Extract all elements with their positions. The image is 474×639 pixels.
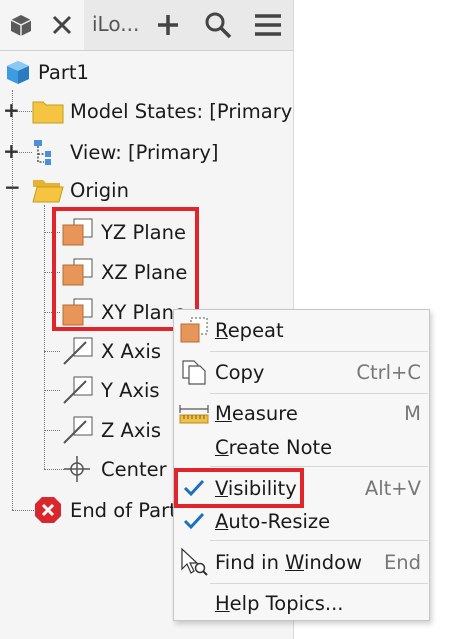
cube-icon[interactable]	[2, 0, 40, 50]
menu-item-copy[interactable]: Copy Ctrl+C	[174, 354, 429, 390]
tree-item-label: Part1	[38, 60, 89, 84]
center-point-icon	[62, 454, 92, 489]
menu-item-measure[interactable]: Measure M	[174, 395, 429, 431]
ilogic-tab-label[interactable]: iLo...	[92, 12, 139, 36]
search-icon[interactable]	[198, 0, 238, 50]
menu-item-auto-resize[interactable]: Auto-Resize	[174, 503, 429, 539]
menu-separator	[210, 540, 428, 541]
copy-icon	[178, 356, 210, 388]
menu-separator	[210, 466, 428, 467]
open-folder-icon	[32, 176, 64, 209]
folder-icon	[32, 97, 64, 130]
find-cursor-icon	[178, 546, 210, 578]
menu-item-shortcut: Alt+V	[364, 476, 421, 500]
axis-icon	[62, 415, 96, 450]
tree-item-label: Z Axis	[101, 418, 162, 442]
repeat-icon	[178, 314, 210, 346]
menu-item-help-topics[interactable]: Help Topics...	[174, 585, 429, 621]
menu-item-label: Auto-Resize	[215, 509, 331, 533]
end-of-part-icon	[34, 496, 62, 529]
expand-icon[interactable]: +	[3, 98, 20, 122]
menu-item-repeat[interactable]: Repeat	[174, 312, 429, 348]
add-icon[interactable]	[150, 0, 186, 50]
part-cube-icon	[4, 58, 32, 91]
tree-line	[44, 430, 60, 431]
context-menu: Repeat Copy Ctrl+C Measure M Create Note	[173, 309, 430, 621]
tree-item-label: Center	[101, 457, 167, 481]
menu-separator	[210, 351, 428, 352]
menu-separator	[210, 583, 428, 584]
tree-item-label: Y Axis	[101, 378, 160, 402]
menu-item-shortcut: Ctrl+C	[356, 360, 421, 384]
expand-icon[interactable]: +	[3, 139, 20, 163]
tree-item-label: X Axis	[101, 339, 162, 363]
measure-ruler-icon	[178, 397, 210, 429]
menu-item-label: Repeat	[215, 318, 284, 342]
menu-item-label: Create Note	[215, 435, 333, 459]
menu-icon[interactable]	[248, 0, 288, 50]
axis-icon	[62, 336, 96, 371]
tree-item-label: End of Part	[70, 498, 177, 522]
menu-item-shortcut: End	[383, 550, 421, 574]
browser-tab-bar: iLo...	[0, 0, 293, 51]
menu-item-label: Copy	[215, 360, 265, 384]
menu-item-shortcut: M	[404, 401, 421, 425]
check-icon	[178, 505, 210, 537]
menu-item-label: Measure	[215, 401, 298, 425]
close-icon[interactable]	[44, 0, 80, 50]
tree-line	[44, 390, 60, 391]
tree-line	[44, 469, 64, 470]
tree-item-label: View: [Primary]	[70, 140, 219, 164]
tree-item-label: Origin	[70, 178, 129, 202]
collapse-icon[interactable]: −	[4, 175, 21, 199]
view-rep-icon	[32, 138, 64, 171]
tree-item-label: Model States: [Primary]	[70, 99, 300, 123]
menu-item-find-in-window[interactable]: Find in Window End	[174, 544, 429, 580]
axis-icon	[62, 375, 96, 410]
tree-line	[12, 510, 34, 511]
tree-line	[44, 351, 60, 352]
menu-item-label: Find in Window	[215, 550, 363, 574]
menu-separator	[210, 393, 428, 394]
menu-item-create-note[interactable]: Create Note	[174, 429, 429, 465]
menu-item-label: Help Topics...	[215, 591, 344, 615]
visibility-highlight-box	[174, 468, 304, 508]
